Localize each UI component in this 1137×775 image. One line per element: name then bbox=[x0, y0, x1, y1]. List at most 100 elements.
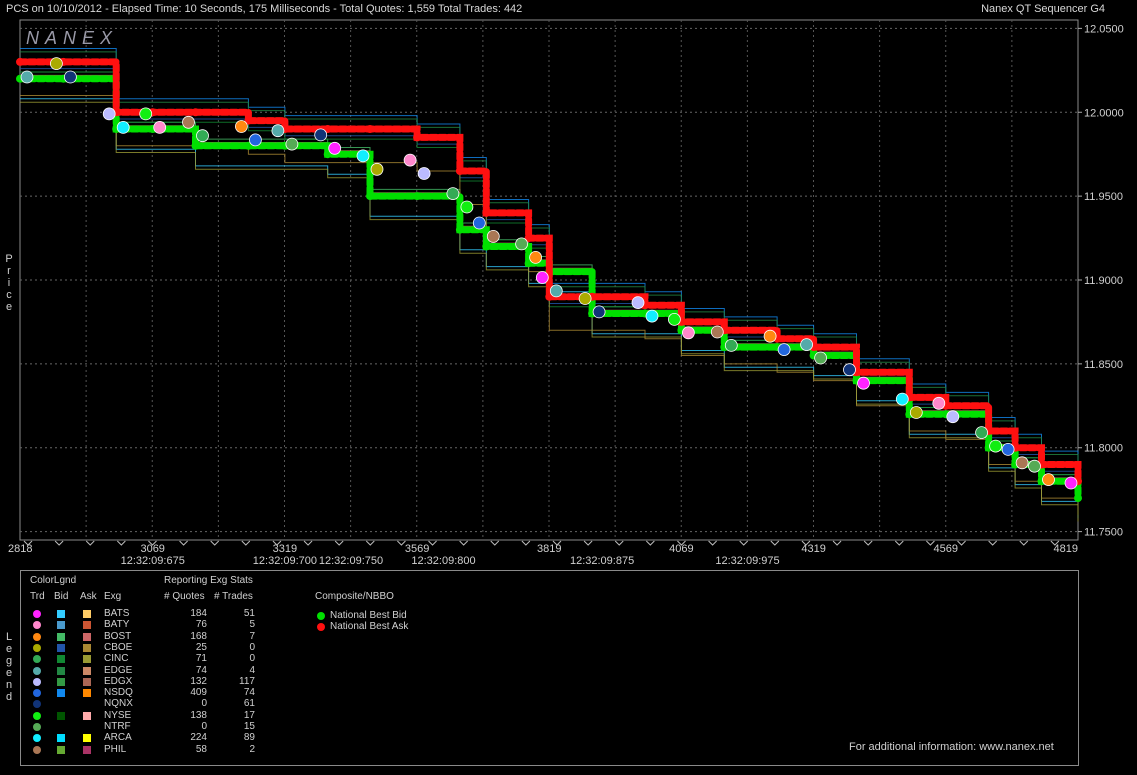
trade-marker bbox=[370, 162, 384, 176]
x-tick-label: 4819 bbox=[1054, 543, 1078, 555]
trade-marker bbox=[472, 216, 486, 230]
legend-letter: g bbox=[5, 655, 13, 667]
trade-marker bbox=[645, 309, 659, 323]
x-minor-tick bbox=[645, 540, 655, 546]
nanex-watermark: NANEX bbox=[26, 28, 118, 48]
bid-point bbox=[482, 242, 491, 251]
color-legend-title: ColorLgnd bbox=[30, 575, 77, 586]
quote-count: 132 bbox=[190, 675, 207, 687]
x-minor-tick bbox=[85, 540, 95, 546]
ask-point bbox=[191, 108, 200, 117]
trade-count: 74 bbox=[243, 687, 255, 699]
trade-color-dot bbox=[33, 700, 41, 709]
x-minor-tick bbox=[832, 540, 842, 546]
trade-count: 89 bbox=[243, 732, 255, 744]
trade-color-dot bbox=[33, 666, 41, 675]
trade-marker bbox=[460, 200, 474, 214]
ask-color-swatch bbox=[83, 610, 91, 618]
trade-marker bbox=[1042, 473, 1055, 487]
ask-color-swatch bbox=[83, 666, 91, 675]
composite-title: Composite/NBBO bbox=[315, 591, 394, 602]
trade-count: 5 bbox=[249, 619, 255, 631]
trade-color-dot bbox=[33, 689, 41, 698]
ask-point bbox=[455, 167, 464, 175]
footer-info: For additional information: www.nanex.ne… bbox=[849, 741, 1054, 753]
trade-marker bbox=[631, 296, 645, 310]
trade-marker bbox=[446, 187, 460, 201]
ask-color-swatch bbox=[83, 621, 91, 630]
trade-color-dot bbox=[33, 677, 41, 686]
x-minor-tick bbox=[708, 540, 717, 546]
bid-header: Bid bbox=[54, 591, 69, 602]
bid-point bbox=[413, 192, 422, 201]
y-axis: 12.0500 12.0000 11.9500 11.9000 11.8500 11.80… bbox=[1078, 23, 1124, 539]
x-minor-tick bbox=[490, 540, 500, 546]
bid-color-swatch bbox=[57, 745, 65, 754]
trade-color-dot bbox=[33, 655, 41, 664]
x-minor-tick bbox=[1019, 540, 1029, 546]
time-label: 12:32:09:975 bbox=[715, 555, 779, 567]
trade-color-dot bbox=[33, 745, 41, 754]
time-label: 12:32:09:675 bbox=[121, 555, 185, 567]
exchange-name: BATY bbox=[104, 619, 130, 631]
trade-marker bbox=[909, 406, 923, 419]
exg-header: Exg bbox=[104, 591, 122, 602]
trade-marker bbox=[1028, 459, 1041, 473]
trade-marker bbox=[417, 167, 431, 180]
composite-label: National Best Bid bbox=[330, 610, 407, 621]
legend-letter: e bbox=[5, 643, 13, 655]
trade-marker bbox=[50, 57, 63, 70]
trade-color-dot bbox=[33, 711, 41, 720]
x-minor-tick bbox=[894, 540, 904, 546]
ask-color-swatch bbox=[83, 643, 91, 652]
y-tick-label: 12.0500 bbox=[1084, 23, 1124, 35]
trade-marker bbox=[116, 121, 130, 134]
trade-marker bbox=[724, 338, 738, 352]
quote-count: 71 bbox=[195, 653, 207, 665]
trade-marker bbox=[64, 70, 77, 84]
trade-marker bbox=[592, 305, 606, 319]
y-tick-label: 11.7500 bbox=[1084, 527, 1123, 539]
legend-side-label: Legend bbox=[0, 570, 20, 764]
trade-marker bbox=[989, 439, 1002, 453]
x-minor-tick bbox=[614, 540, 624, 546]
trade-marker bbox=[800, 338, 813, 352]
trade-count: 2 bbox=[249, 743, 255, 755]
quote-count: 58 bbox=[195, 743, 207, 755]
bid-color-swatch bbox=[57, 621, 65, 630]
quote-count: 224 bbox=[190, 732, 207, 744]
exchange-name: EDGX bbox=[104, 675, 133, 687]
exchange-name: ARCA bbox=[104, 732, 132, 744]
y-tick-label: 11.8500 bbox=[1084, 359, 1123, 371]
legend-letter: n bbox=[5, 679, 13, 691]
trade-marker bbox=[668, 312, 681, 326]
legend-letter: d bbox=[5, 691, 13, 703]
trade-marker bbox=[139, 107, 153, 121]
composite-dot bbox=[317, 612, 325, 620]
bid-color-swatch bbox=[57, 610, 65, 618]
trade-color-dot bbox=[33, 723, 41, 731]
trade-marker bbox=[578, 292, 592, 305]
trade-marker bbox=[975, 426, 988, 440]
x-minor-tick bbox=[428, 540, 437, 546]
trade-marker bbox=[895, 392, 909, 406]
quote-count: 0 bbox=[201, 698, 207, 710]
x-minor-tick bbox=[957, 540, 966, 546]
exchange-name: BOST bbox=[104, 630, 132, 642]
quote-count: 25 bbox=[195, 641, 207, 653]
trade-marker bbox=[932, 396, 946, 410]
quote-count: 409 bbox=[190, 687, 207, 699]
x-minor-tick bbox=[988, 540, 998, 546]
trade-marker bbox=[248, 133, 262, 147]
trade-marker bbox=[356, 149, 370, 163]
y-tick-label: 11.8000 bbox=[1084, 443, 1123, 455]
bid-color-swatch bbox=[57, 643, 65, 652]
x-minor-tick bbox=[863, 540, 873, 546]
exchange-name: CINC bbox=[104, 653, 129, 665]
ask-color-swatch bbox=[83, 677, 91, 686]
x-minor-tick bbox=[459, 540, 469, 546]
x-minor-tick bbox=[210, 540, 220, 546]
time-label: 12:32:09:750 bbox=[319, 555, 383, 567]
x-minor-tick bbox=[583, 540, 593, 546]
x-minor-tick bbox=[179, 540, 188, 546]
